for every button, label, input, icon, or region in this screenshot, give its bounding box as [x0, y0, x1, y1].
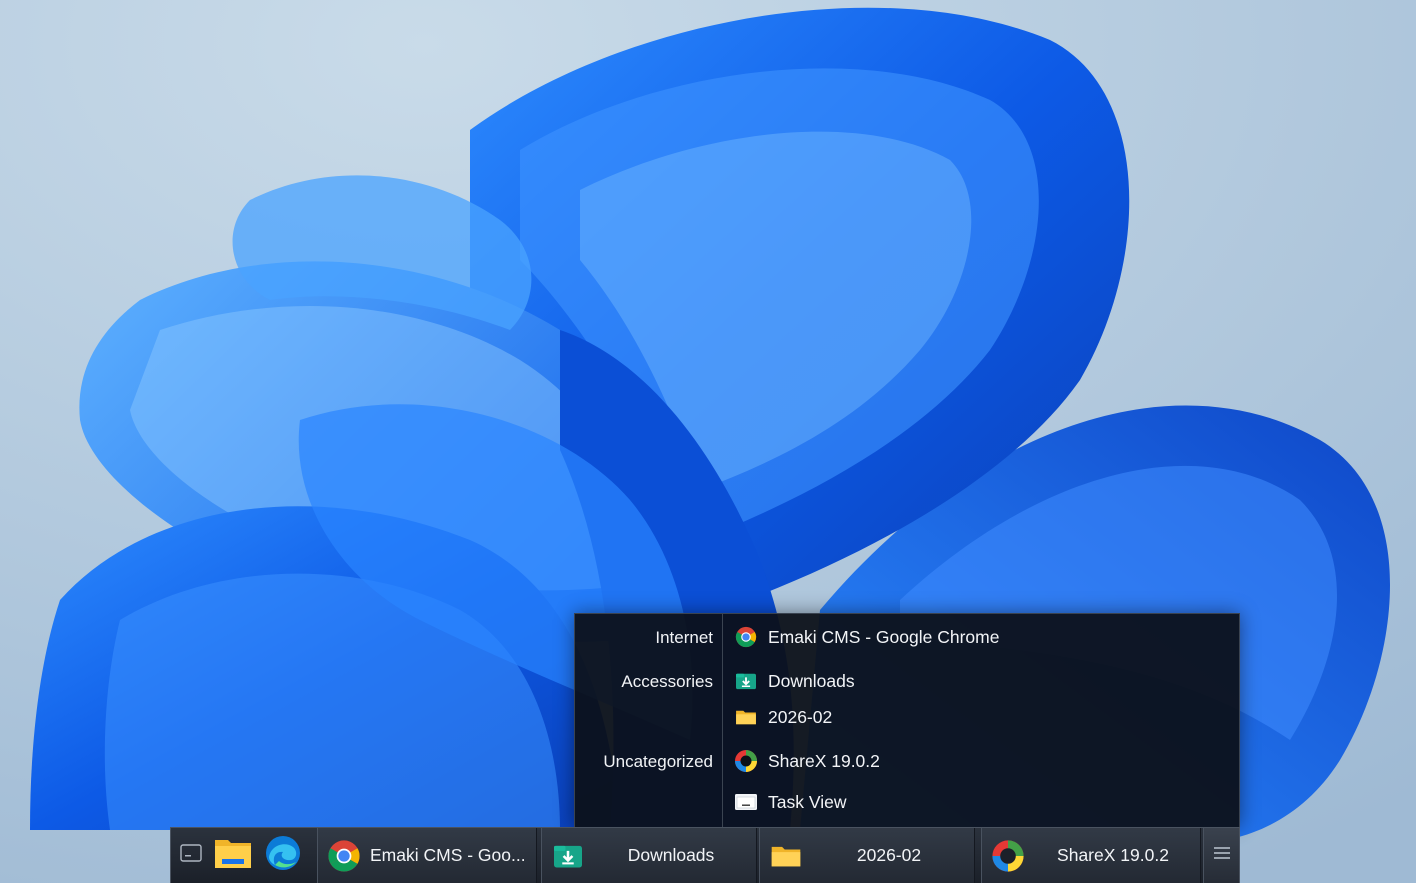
- downloads-folder-icon: [734, 669, 758, 693]
- folder-icon: [768, 838, 804, 874]
- edge-button[interactable]: [263, 828, 303, 883]
- chrome-icon: [734, 625, 758, 649]
- menu-item-2026-02[interactable]: 2026-02: [727, 698, 1237, 736]
- taskbar-task-2026-02[interactable]: 2026-02: [759, 828, 975, 883]
- sharex-icon: [734, 749, 758, 773]
- category-accessories: Accessories: [621, 672, 713, 691]
- menu-item-task-view[interactable]: Task View: [727, 783, 1237, 821]
- chrome-icon: [326, 838, 362, 874]
- window-group-menu: Internet Accessories Uncategorized Emaki…: [574, 613, 1240, 828]
- show-desktop-button[interactable]: [171, 828, 211, 883]
- taskbar: Emaki CMS - Goo... Downloads 2026-02 Sha…: [170, 827, 1240, 883]
- taskbar-task-sharex[interactable]: ShareX 19.0.2: [981, 828, 1201, 883]
- menu-item-label: Downloads: [768, 670, 855, 691]
- task-view-icon: [734, 790, 758, 814]
- task-label: 2026-02: [856, 845, 922, 865]
- file-explorer-button[interactable]: [213, 828, 253, 883]
- downloads-folder-icon: [550, 838, 586, 874]
- task-label: Downloads: [627, 845, 715, 865]
- show-desktop-icon: [180, 844, 202, 867]
- file-explorer-icon: [214, 836, 252, 875]
- menu-item-label: ShareX 19.0.2: [768, 750, 880, 771]
- menu-item-label: 2026-02: [768, 706, 833, 727]
- category-internet: Internet: [655, 628, 713, 647]
- category-divider: [722, 614, 723, 828]
- folder-icon: [734, 705, 758, 729]
- menu-item-chrome[interactable]: Emaki CMS - Google Chrome: [727, 618, 1237, 656]
- taskbar-task-downloads[interactable]: Downloads: [541, 828, 757, 883]
- task-label: ShareX 19.0.2: [1057, 845, 1169, 865]
- edge-icon: [265, 835, 301, 876]
- menu-item-sharex[interactable]: ShareX 19.0.2: [727, 742, 1237, 780]
- sharex-icon: [990, 838, 1026, 874]
- task-label: Emaki CMS - Goo...: [370, 845, 526, 865]
- hamburger-menu-icon: [1213, 845, 1231, 866]
- menu-item-label: Task View: [768, 791, 847, 812]
- category-uncategorized: Uncategorized: [603, 752, 713, 771]
- menu-item-label: Emaki CMS - Google Chrome: [768, 626, 1000, 647]
- taskbar-menu-button[interactable]: [1203, 828, 1239, 883]
- taskbar-task-chrome[interactable]: Emaki CMS - Goo...: [317, 828, 537, 883]
- menu-item-downloads[interactable]: Downloads: [727, 662, 1237, 700]
